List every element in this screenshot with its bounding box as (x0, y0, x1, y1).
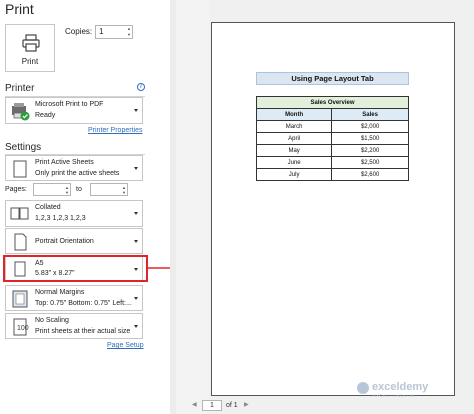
table-header: Month (255, 108, 333, 121)
table-row: July $2,600 (255, 168, 409, 181)
table-cell: June (255, 156, 333, 169)
pages-to-spinner[interactable]: ▲ ▼ (122, 185, 126, 195)
printer-properties-link[interactable]: Printer Properties (88, 127, 142, 134)
pages-from-input[interactable]: ▲ ▼ (33, 183, 71, 196)
pages-from-spinner[interactable]: ▲ ▼ (65, 185, 69, 195)
sheet-title: Using Page Layout Tab (256, 72, 409, 85)
printer-icon (22, 34, 40, 52)
sheet-icon (13, 160, 27, 178)
current-page-input[interactable]: 1 (202, 400, 222, 411)
table-row: May $2,200 (255, 144, 409, 157)
margins-dropdown[interactable]: Normal Margins Top: 0.75" Bottom: 0.75" … (5, 285, 143, 311)
printer-status: Ready (35, 112, 56, 119)
print-what-dropdown[interactable]: Print Active Sheets Only print the activ… (5, 155, 143, 181)
collation-dropdown[interactable]: Collated 1,2,3 1,2,3 1,2,3 (5, 200, 143, 227)
settings-section-title: Settings (5, 142, 42, 153)
table-cell: May (255, 144, 333, 157)
printer-status-icon (12, 103, 30, 121)
orientation-dropdown[interactable]: Portrait Orientation (5, 228, 143, 254)
scaling-icon: 100 (13, 318, 29, 336)
previous-page-icon[interactable]: ◀ (192, 401, 197, 408)
print-title: Print (5, 1, 34, 17)
margins-icon (12, 290, 28, 308)
svg-text:100: 100 (17, 325, 29, 332)
pages-to-label: to (76, 186, 82, 193)
printer-section-title: Printer (5, 83, 35, 94)
table-cell: $2,600 (331, 168, 409, 181)
collated-icon (10, 207, 29, 220)
info-icon[interactable]: i (137, 83, 145, 91)
chevron-down-icon (134, 325, 138, 328)
table-title: Sales Overview (256, 96, 409, 109)
chevron-down-icon (134, 212, 138, 215)
printer-name: Microsoft Print to PDF (35, 101, 104, 108)
table-cell: $2,500 (331, 156, 409, 169)
print-button[interactable]: Print (5, 24, 55, 72)
table-row: June $2,500 (255, 156, 409, 169)
table-cell: April (255, 132, 333, 145)
watermark-name: exceldemy (372, 381, 429, 393)
margins-desc: Top: 0.75" Bottom: 0.75" Left:... (35, 300, 132, 307)
copies-value: 1 (99, 27, 104, 36)
table-row: April $1,500 (255, 132, 409, 145)
exceldemy-logo-icon (357, 382, 369, 394)
table-row: March $2,000 (255, 120, 409, 133)
chevron-down-icon (134, 167, 138, 170)
printer-dropdown[interactable]: Microsoft Print to PDF Ready (5, 97, 143, 124)
paper-size-highlight (3, 255, 148, 282)
table-cell: March (255, 120, 333, 133)
copies-input[interactable]: 1 ▲ ▼ (95, 25, 133, 39)
collation-label: Collated (35, 204, 61, 211)
copies-spinner[interactable]: ▲ ▼ (127, 26, 131, 38)
chevron-down-icon (134, 109, 138, 112)
sales-table: Sales Overview Month Sales March $2,000 A… (255, 96, 409, 181)
collation-desc: 1,2,3 1,2,3 1,2,3 (35, 215, 86, 222)
page-count: of 1 (226, 402, 238, 409)
table-cell: $1,500 (331, 132, 409, 145)
table-header: Sales (331, 108, 409, 121)
print-button-label: Print (21, 57, 39, 66)
margins-label: Normal Margins (35, 289, 85, 296)
print-what-desc: Only print the active sheets (35, 170, 120, 177)
chevron-down-icon (134, 297, 138, 300)
table-cell: $2,000 (331, 120, 409, 133)
chevron-down-icon (134, 240, 138, 243)
page-setup-link[interactable]: Page Setup (107, 342, 144, 349)
table-cell: $2,200 (331, 144, 409, 157)
portrait-icon (14, 233, 27, 251)
print-what-label: Print Active Sheets (35, 159, 94, 166)
pages-to-input[interactable]: ▲ ▼ (90, 183, 128, 196)
scaling-label: No Scaling (35, 317, 69, 324)
preview-gutter (176, 0, 209, 414)
scaling-dropdown[interactable]: 100 No Scaling Print sheets at their act… (5, 313, 143, 339)
page-navigator: ◀ 1 of 1 ▶ (184, 396, 274, 414)
scaling-desc: Print sheets at their actual size (35, 328, 131, 335)
pages-label: Pages: (5, 186, 27, 193)
table-cell: July (255, 168, 333, 181)
watermark: exceldemy EXCEL · DATA · BI (357, 380, 457, 400)
copies-label: Copies: (65, 27, 93, 36)
watermark-tagline: EXCEL · DATA · BI (373, 393, 416, 398)
next-page-icon[interactable]: ▶ (244, 401, 249, 408)
orientation-label: Portrait Orientation (35, 238, 94, 245)
